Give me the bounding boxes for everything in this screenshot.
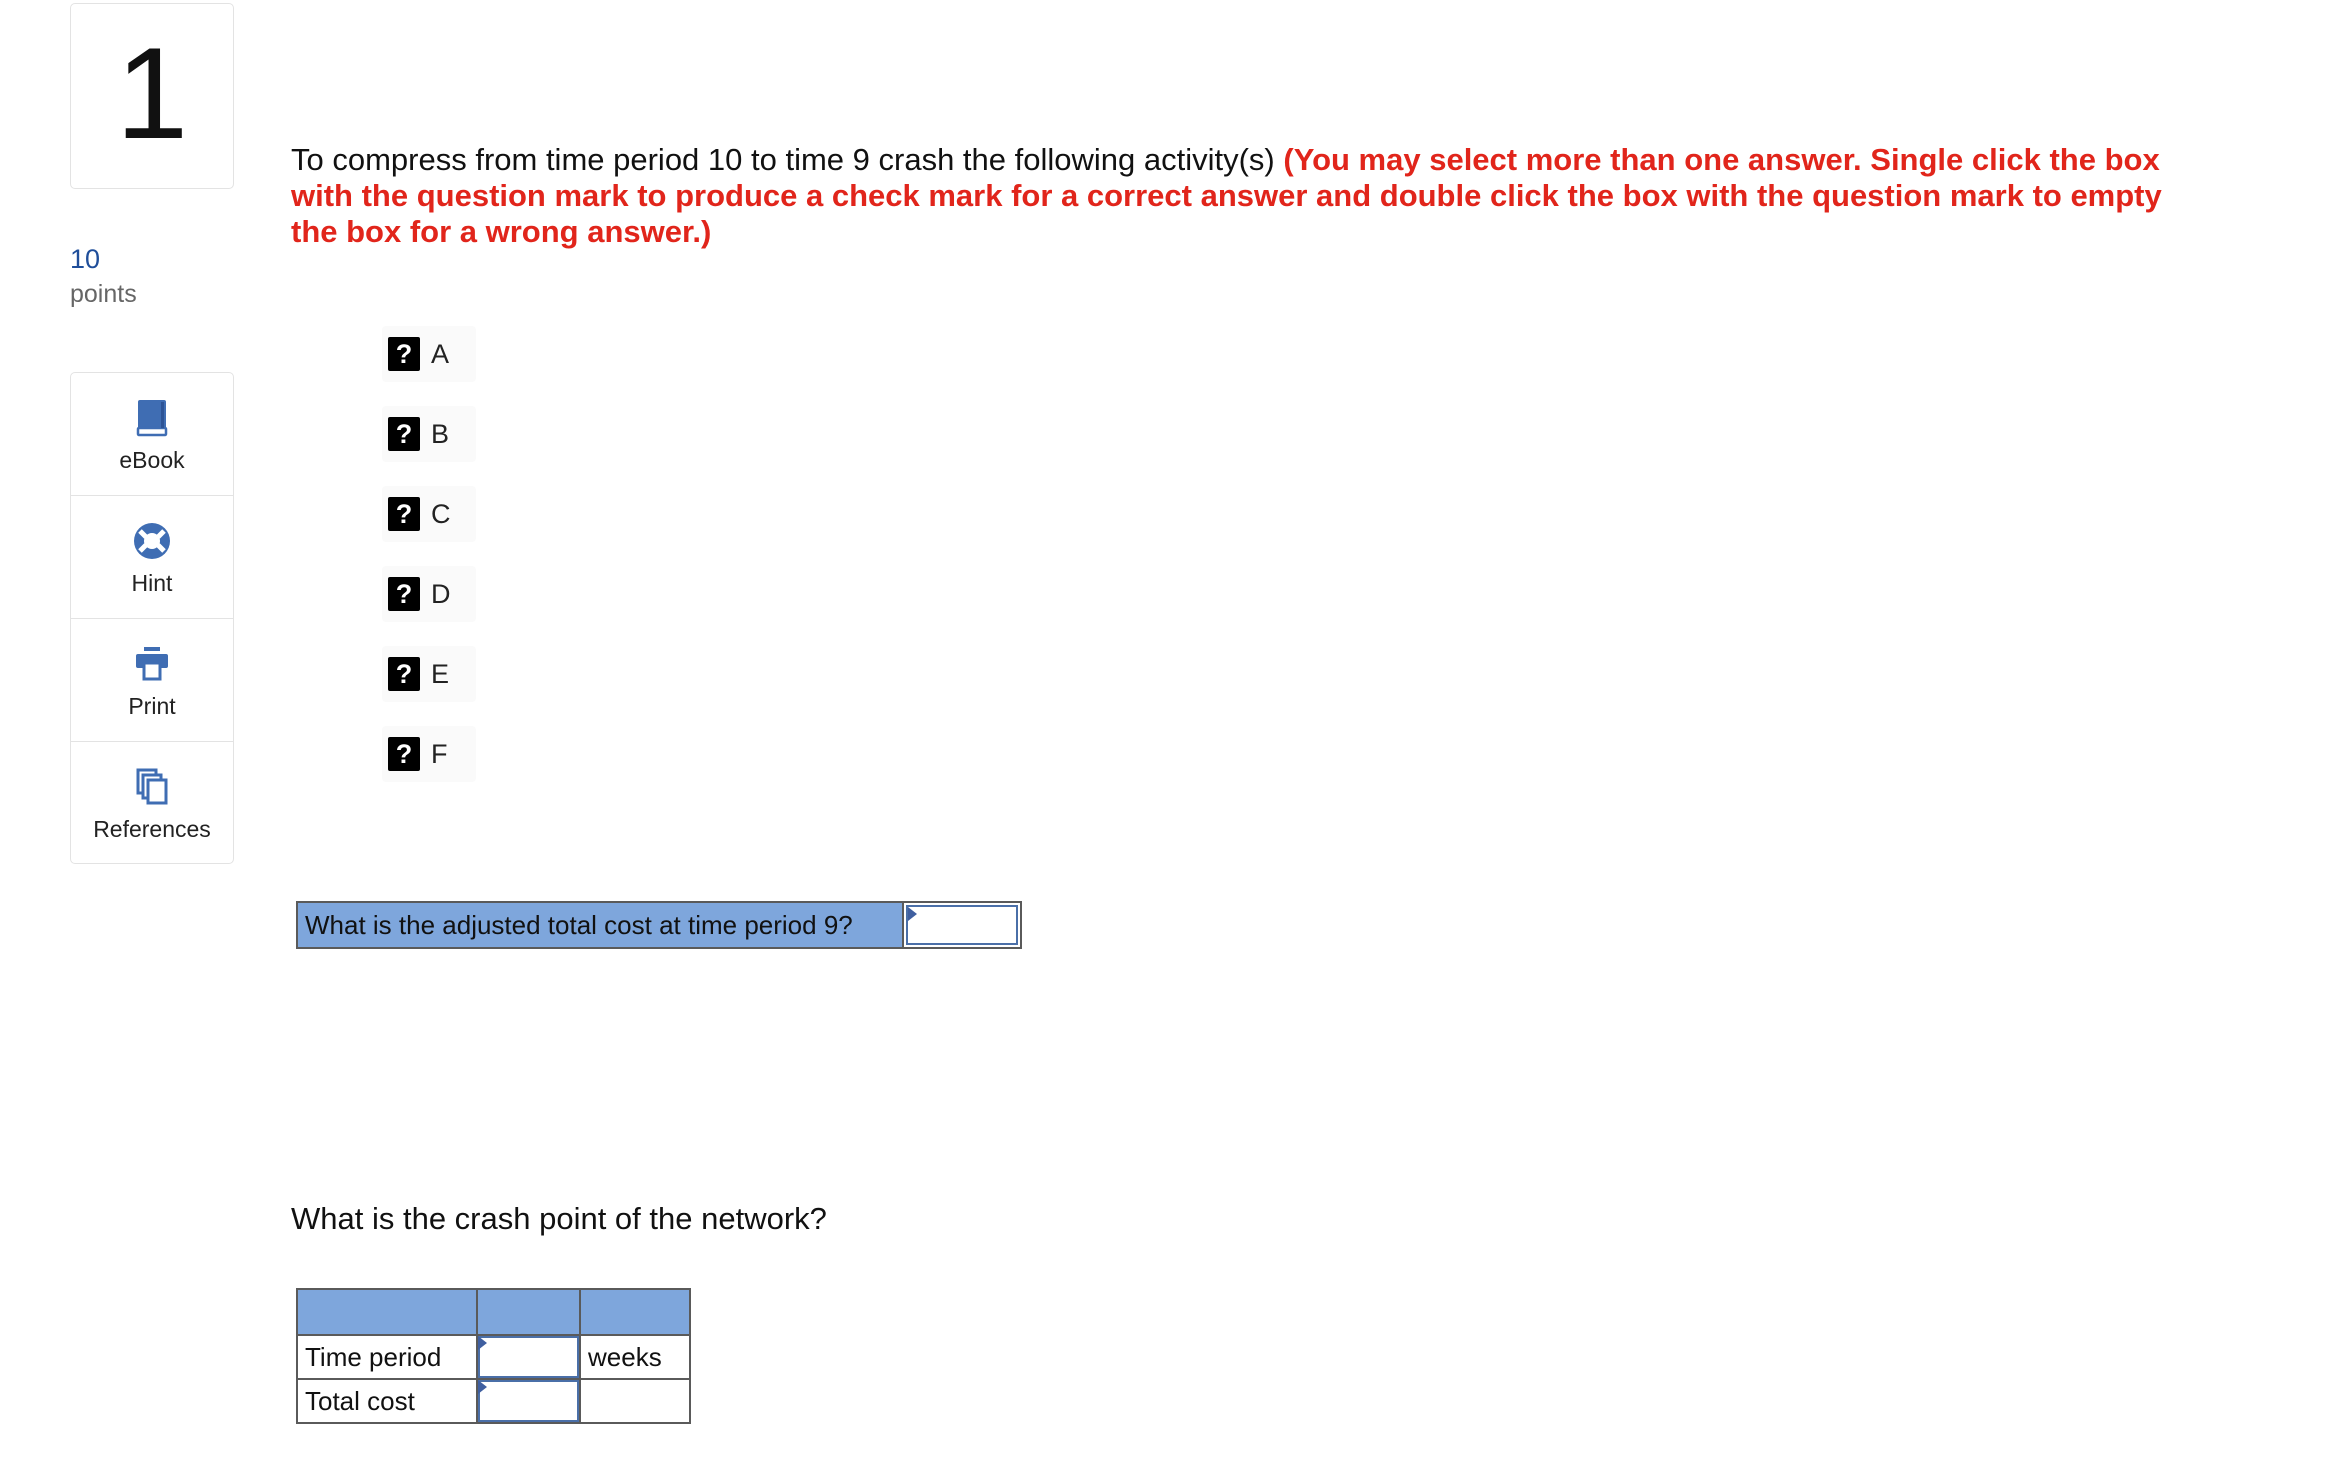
choice-label: F [431,738,448,769]
total-cost-label: Total cost [296,1378,478,1424]
choice-label: C [431,498,451,529]
crash-point-table: Time period weeks Total cost [296,1288,691,1424]
ebook-label: eBook [119,447,185,473]
adjusted-cost-question: What is the adjusted total cost at time … [296,901,1022,949]
choice-label: E [431,658,450,689]
table-row: Time period weeks [296,1334,691,1380]
choice-label: A [431,338,450,369]
printer-icon [136,647,168,681]
input-flag-icon [478,1380,487,1394]
choice-b[interactable]: ? B [382,406,476,462]
references-button[interactable]: References [71,742,233,865]
time-period-unit: weeks [579,1334,691,1380]
choice-c[interactable]: ? C [382,486,476,542]
time-period-input[interactable] [478,1336,579,1378]
question-mark-box[interactable]: ? [388,337,420,371]
header-cell [579,1288,691,1336]
crash-point-question: What is the crash point of the network? [291,1201,827,1236]
print-button[interactable]: Print [71,619,233,742]
references-label: References [93,816,211,842]
question-mark-box[interactable]: ? [388,417,420,451]
input-flag-icon [908,907,917,921]
lifebuoy-icon [134,523,170,559]
hint-label: Hint [131,570,173,596]
input-flag-icon [478,1336,487,1350]
tool-panel: eBook Hint Print References [70,372,234,864]
table-header-row [296,1288,691,1336]
question-number: 1 [115,20,189,166]
table-row: Total cost [296,1378,691,1424]
question-mark-box[interactable]: ? [388,577,420,611]
question-prompt: To compress from time period 10 to time … [291,142,2191,250]
header-cell [476,1288,581,1336]
question-mark-box[interactable]: ? [388,737,420,771]
time-period-label: Time period [296,1334,478,1380]
total-cost-unit [579,1378,691,1424]
question-mark-box[interactable]: ? [388,657,420,691]
choice-a[interactable]: ? A [382,326,476,382]
copy-icon [136,768,168,805]
print-label: Print [128,693,176,719]
time-period-cell[interactable] [476,1334,581,1380]
choice-label: B [431,418,450,449]
adjusted-cost-label: What is the adjusted total cost at time … [298,903,904,947]
header-cell [296,1288,478,1336]
points-value: 10 [70,244,101,274]
prompt-text: To compress from time period 10 to time … [291,142,1284,177]
points-label: points [70,280,137,308]
question-mark-box[interactable]: ? [388,497,420,531]
book-icon [136,400,168,437]
total-cost-input[interactable] [478,1380,579,1422]
adjusted-cost-input[interactable] [906,905,1018,945]
hint-button[interactable]: Hint [71,496,233,619]
choice-f[interactable]: ? F [382,726,476,782]
choice-d[interactable]: ? D [382,566,476,622]
choice-e[interactable]: ? E [382,646,476,702]
choice-label: D [431,578,451,609]
total-cost-cell[interactable] [476,1378,581,1424]
question-number-box: 1 [70,3,234,189]
ebook-button[interactable]: eBook [71,373,233,496]
